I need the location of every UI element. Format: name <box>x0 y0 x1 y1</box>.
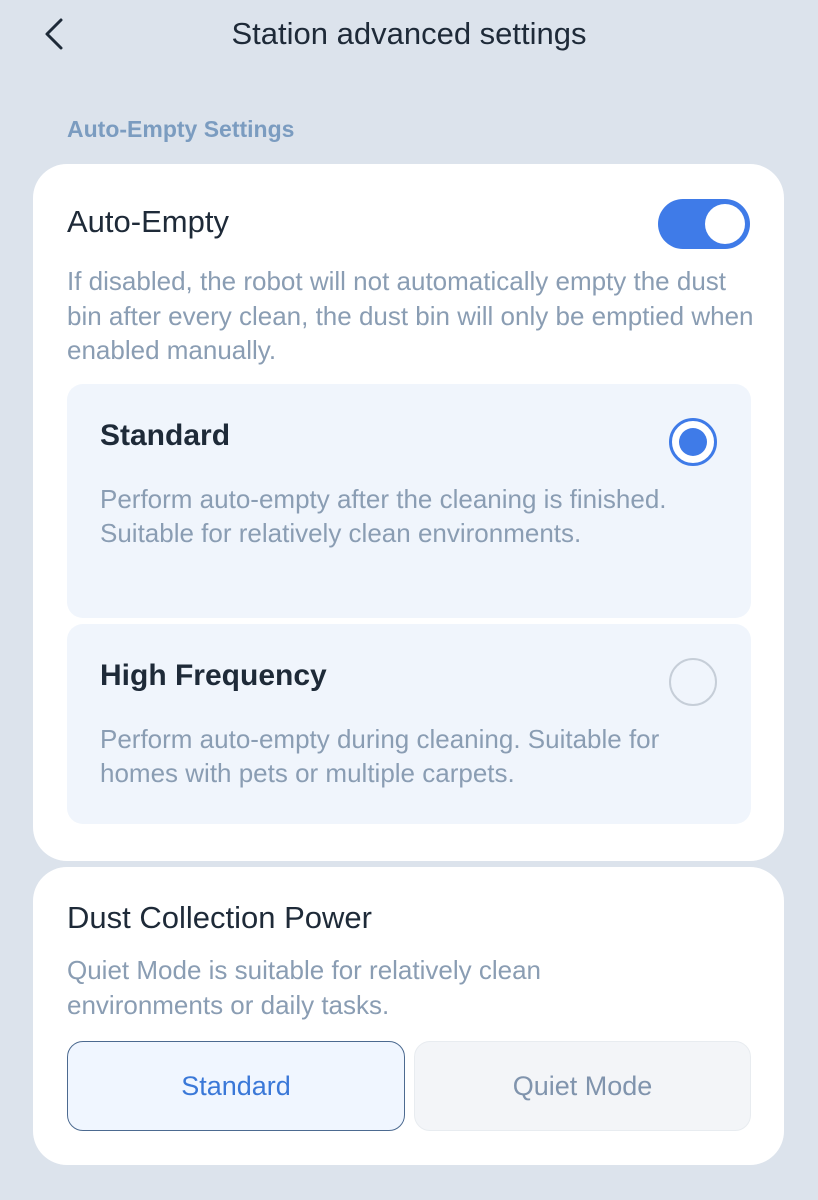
header: Station advanced settings <box>0 0 818 70</box>
power-standard-button[interactable]: Standard <box>67 1041 405 1131</box>
option-description: Perform auto-empty after the cleaning is… <box>100 484 667 548</box>
dust-power-description: Quiet Mode is suitable for relatively cl… <box>67 955 542 1020</box>
dust-power-title: Dust Collection Power <box>67 900 372 935</box>
auto-empty-title: Auto-Empty <box>67 204 229 239</box>
radio-selected-icon[interactable] <box>669 418 717 466</box>
power-quiet-mode-button[interactable]: Quiet Mode <box>414 1041 751 1131</box>
section-label-auto-empty: Auto-Empty Settings <box>67 116 295 142</box>
auto-empty-description: If disabled, the robot will not automati… <box>67 266 754 365</box>
page-title: Station advanced settings <box>231 16 587 51</box>
option-title: Standard <box>100 419 231 452</box>
radio-dot <box>679 428 707 456</box>
option-standard[interactable]: Standard Perform auto-empty after the cl… <box>67 384 751 618</box>
option-high-frequency[interactable]: High Frequency Perform auto-empty during… <box>67 624 751 824</box>
auto-empty-toggle[interactable] <box>658 199 750 249</box>
option-title: High Frequency <box>100 659 327 692</box>
toggle-knob <box>705 204 745 244</box>
dust-collection-card: Dust Collection Power Quiet Mode is suit… <box>33 867 784 1165</box>
auto-empty-card: Auto-Empty If disabled, the robot will n… <box>33 164 784 861</box>
radio-unselected-icon[interactable] <box>669 658 717 706</box>
option-description: Perform auto-empty during cleaning. Suit… <box>100 724 660 788</box>
